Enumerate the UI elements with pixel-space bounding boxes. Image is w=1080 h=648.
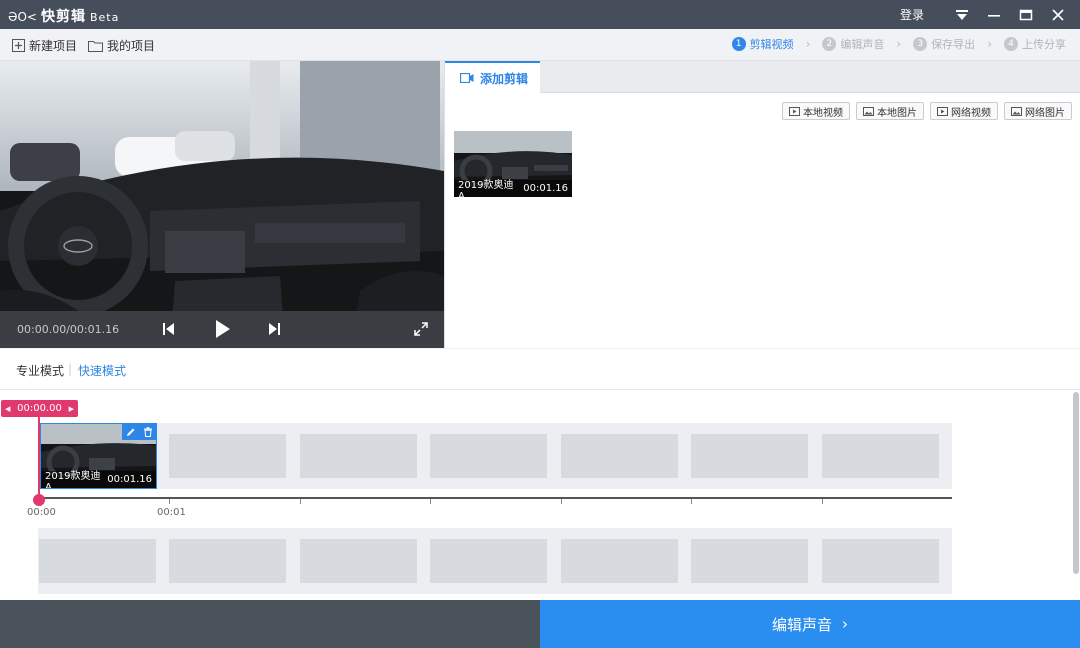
play-icon[interactable] [215,320,231,341]
mode-divider: | [68,362,73,376]
clip-title: 2019款奥迪A... [45,470,101,489]
toolbar: 新建项目 我的项目 1 剪辑视频 › 2 编辑声音 › 3 保存导出 › 4 上传分享 [0,29,1080,61]
my-projects-label: 我的项目 [107,39,156,53]
panel-tabs: 添加剪辑 [445,61,1080,93]
track-placeholder [39,539,156,583]
playhead-time: 00:00.00 [17,403,62,414]
step-edit-video[interactable]: 1 剪辑视频 [731,36,794,52]
skip-forward-icon[interactable] [268,322,280,339]
step-upload-share[interactable]: 4 上传分享 [1004,36,1066,52]
media-duration: 00:01.16 [523,183,568,194]
mode-bar: 专业模式 | 快速模式 [0,349,1080,390]
fullscreen-icon[interactable] [414,322,428,339]
timeline-clip[interactable]: 2019款奥迪A... 00:01.16 [40,423,157,489]
track-placeholder [169,539,286,583]
media-item[interactable]: 2019款奥迪A... 00:01.16 [454,131,572,197]
track-placeholder [561,539,678,583]
timecode: 00:00.00/00:01.16 [17,323,120,336]
app-logo-icon: ƏO< [8,10,37,24]
image-file-icon [1011,106,1022,116]
login-button[interactable]: 登录 [900,6,924,23]
local-image-button[interactable]: 本地图片 [856,102,924,120]
clip-caption: 2019款奥迪A... 00:01.16 [41,471,156,488]
web-image-button[interactable]: 网络图片 [1004,102,1072,120]
timeline-scrollbar[interactable] [1073,392,1079,574]
playhead-right-icon[interactable]: ▶ [69,405,74,413]
ruler-label: 00:00 [27,507,56,518]
track-placeholder [300,434,417,478]
my-projects-button[interactable]: 我的项目 [88,37,155,54]
player-controls: 00:00.00/00:01.16 [0,311,444,348]
chevron-right-icon: › [896,37,902,51]
video-file-icon [937,106,948,116]
menu-dropdown-icon[interactable] [946,0,978,29]
track-placeholder [169,434,286,478]
chevron-right-icon: › [987,37,992,51]
media-title: 2019款奥迪A... [458,179,514,198]
skip-back-icon[interactable] [163,322,175,339]
chevron-right-icon: › [805,37,811,51]
video-preview[interactable] [0,61,444,348]
minimize-icon[interactable] [978,0,1010,29]
pro-mode-tab[interactable]: 专业模式 [16,362,64,379]
tab-add-clip-label: 添加剪辑 [480,71,529,86]
track-placeholder [300,539,417,583]
audio-track[interactable] [38,528,952,594]
ruler-tick [300,499,301,504]
footer: 编辑声音 › [0,600,1080,648]
quick-mode-tab[interactable]: 快速模式 [78,362,126,379]
playhead-left-icon[interactable]: ◀ [5,405,10,413]
app-name: 快剪辑 [40,9,86,25]
title-bar: ƏO< 快剪辑 Beta 登录 [0,0,1080,29]
playhead-tag[interactable]: ◀ 00:00.00 ▶ [1,400,78,417]
edit-pencil-icon[interactable] [122,424,139,440]
step-edit-audio[interactable]: 2 编辑声音 [822,36,884,52]
folder-icon [88,40,103,52]
video-file-icon [789,106,800,116]
timeline-ruler [38,497,952,499]
ruler-label: 00:01 [157,507,186,518]
timeline[interactable]: 2019款奥迪A... 00:01.16 00:00 00:01 ◀ 00:00… [0,390,1080,600]
ruler-tick [169,499,170,504]
track-placeholder [561,434,678,478]
image-file-icon [863,106,874,116]
beta-badge: Beta [89,11,120,24]
track-placeholder [430,539,547,583]
media-panel: 添加剪辑 本地视频 本地图片 网络视频 网络图片 2019款奥迪A... 00:… [444,61,1080,348]
next-edit-audio-button[interactable]: 编辑声音 › [540,600,1080,648]
ruler-tick [691,499,692,504]
maximize-icon[interactable] [1010,0,1042,29]
step-indicator: 1 剪辑视频 › 2 编辑声音 › 3 保存导出 › 4 上传分享 [731,36,1066,52]
new-project-label: 新建项目 [29,39,78,53]
track-placeholder [822,434,939,478]
local-video-button[interactable]: 本地视频 [782,102,850,120]
clip-tools [122,424,156,440]
clip-duration: 00:01.16 [107,474,152,485]
video-frame-image [0,61,444,348]
delete-trash-icon[interactable] [139,424,156,440]
app-logo: ƏO< 快剪辑 Beta [8,6,119,26]
media-caption: 2019款奥迪A... 00:01.16 [454,180,572,197]
ruler-tick [561,499,562,504]
video-track [38,423,952,489]
track-placeholder [691,434,808,478]
video-camera-icon [460,73,474,83]
playhead-handle[interactable] [33,494,45,506]
tab-add-clip[interactable]: 添加剪辑 [445,61,540,93]
close-icon[interactable] [1042,0,1074,29]
track-placeholder [822,539,939,583]
track-placeholder [691,539,808,583]
ruler-tick [430,499,431,504]
track-placeholder [430,434,547,478]
chevron-right-icon: › [842,615,848,633]
web-video-button[interactable]: 网络视频 [930,102,998,120]
playhead-line [38,417,40,499]
next-button-label: 编辑声音 [771,615,832,634]
source-buttons: 本地视频 本地图片 网络视频 网络图片 [776,102,1072,120]
new-project-icon [12,39,25,52]
step-save-export[interactable]: 3 保存导出 [913,36,975,52]
new-project-button[interactable]: 新建项目 [12,37,77,54]
ruler-tick [822,499,823,504]
